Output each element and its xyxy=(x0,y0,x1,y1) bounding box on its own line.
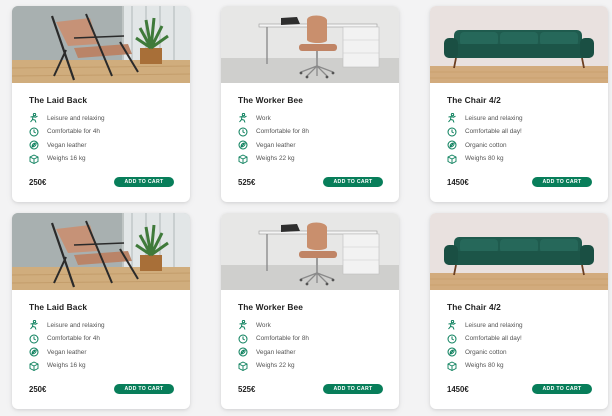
people-activity-icon xyxy=(447,113,457,123)
product-price: 1450€ xyxy=(447,385,469,394)
leaf-icon xyxy=(238,140,248,150)
feature-item: Weighs 22 kg xyxy=(238,360,295,372)
feature-item: Leisure and relaxing xyxy=(447,112,523,124)
feature-item: Organic cotton xyxy=(447,139,507,151)
feature-item: Vegan leather xyxy=(29,139,86,151)
box-icon xyxy=(447,360,457,371)
clock-icon xyxy=(447,127,457,137)
clock-icon xyxy=(29,127,39,137)
clock-icon xyxy=(447,334,457,344)
feature-item: Weighs 80 kg xyxy=(447,360,504,372)
people-activity-icon xyxy=(238,320,248,330)
product-price: 525€ xyxy=(238,178,256,187)
add-to-cart-button[interactable]: ADD TO CART xyxy=(323,384,383,394)
office-chair-at-desk-photo xyxy=(221,213,399,290)
box-icon xyxy=(29,153,39,164)
leaf-icon xyxy=(29,140,39,150)
leaf-icon xyxy=(447,347,457,357)
product-name: The Worker Bee xyxy=(238,95,304,105)
clock-icon xyxy=(29,334,39,344)
product-card-laid-back: The Laid Back Leisure and relaxing Comfo… xyxy=(12,6,190,202)
feature-item: Comfortable for 8h xyxy=(238,126,309,138)
office-chair-at-desk-photo xyxy=(221,6,399,83)
feature-item: Weighs 16 kg xyxy=(29,153,86,165)
clock-icon xyxy=(238,127,248,137)
product-name: The Laid Back xyxy=(29,95,88,105)
feature-item: Weighs 80 kg xyxy=(447,153,504,165)
product-card-worker-bee: The Worker Bee Work Comfortable for 8h V… xyxy=(221,213,399,409)
feature-item: Leisure and relaxing xyxy=(29,112,105,124)
product-card-chair-4-2: The Chair 4/2 Leisure and relaxing Comfo… xyxy=(430,213,608,409)
feature-item: Work xyxy=(238,319,271,331)
people-activity-icon xyxy=(29,320,39,330)
box-icon xyxy=(238,360,248,371)
clock-icon xyxy=(238,334,248,344)
product-card-chair-4-2: The Chair 4/2 Leisure and relaxing Comfo… xyxy=(430,6,608,202)
feature-item: Vegan leather xyxy=(238,139,295,151)
product-card-worker-bee: The Worker Bee Work Comfortable for 8h V… xyxy=(221,6,399,202)
green-velvet-sofa-photo xyxy=(430,213,608,290)
add-to-cart-button[interactable]: ADD TO CART xyxy=(532,177,592,187)
people-activity-icon xyxy=(29,113,39,123)
lounge-chair-with-plant-photo xyxy=(12,6,190,83)
box-icon xyxy=(29,360,39,371)
people-activity-icon xyxy=(447,320,457,330)
box-icon xyxy=(447,153,457,164)
product-name: The Chair 4/2 xyxy=(447,302,501,312)
product-name: The Worker Bee xyxy=(238,302,304,312)
green-velvet-sofa-photo xyxy=(430,6,608,83)
product-price: 525€ xyxy=(238,385,256,394)
feature-item: Comfortable for 4h xyxy=(29,333,100,345)
feature-item: Organic cotton xyxy=(447,346,507,358)
people-activity-icon xyxy=(238,113,248,123)
product-price: 250€ xyxy=(29,178,47,187)
product-card-laid-back: The Laid Back Leisure and relaxing Comfo… xyxy=(12,213,190,409)
feature-item: Leisure and relaxing xyxy=(447,319,523,331)
product-price: 250€ xyxy=(29,385,47,394)
feature-item: Comfortable for 4h xyxy=(29,126,100,138)
feature-item: Comfortable all day! xyxy=(447,333,522,345)
product-price: 1450€ xyxy=(447,178,469,187)
leaf-icon xyxy=(447,140,457,150)
add-to-cart-button[interactable]: ADD TO CART xyxy=(114,177,174,187)
add-to-cart-button[interactable]: ADD TO CART xyxy=(114,384,174,394)
product-grid: The Laid Back Leisure and relaxing Comfo… xyxy=(0,0,612,416)
lounge-chair-with-plant-photo xyxy=(12,213,190,290)
add-to-cart-button[interactable]: ADD TO CART xyxy=(532,384,592,394)
product-name: The Laid Back xyxy=(29,302,88,312)
box-icon xyxy=(238,153,248,164)
feature-item: Work xyxy=(238,112,271,124)
leaf-icon xyxy=(29,347,39,357)
product-name: The Chair 4/2 xyxy=(447,95,501,105)
feature-item: Weighs 22 kg xyxy=(238,153,295,165)
leaf-icon xyxy=(238,347,248,357)
feature-item: Weighs 16 kg xyxy=(29,360,86,372)
feature-item: Vegan leather xyxy=(238,346,295,358)
add-to-cart-button[interactable]: ADD TO CART xyxy=(323,177,383,187)
feature-item: Comfortable all day! xyxy=(447,126,522,138)
feature-item: Comfortable for 8h xyxy=(238,333,309,345)
feature-item: Vegan leather xyxy=(29,346,86,358)
feature-item: Leisure and relaxing xyxy=(29,319,105,331)
